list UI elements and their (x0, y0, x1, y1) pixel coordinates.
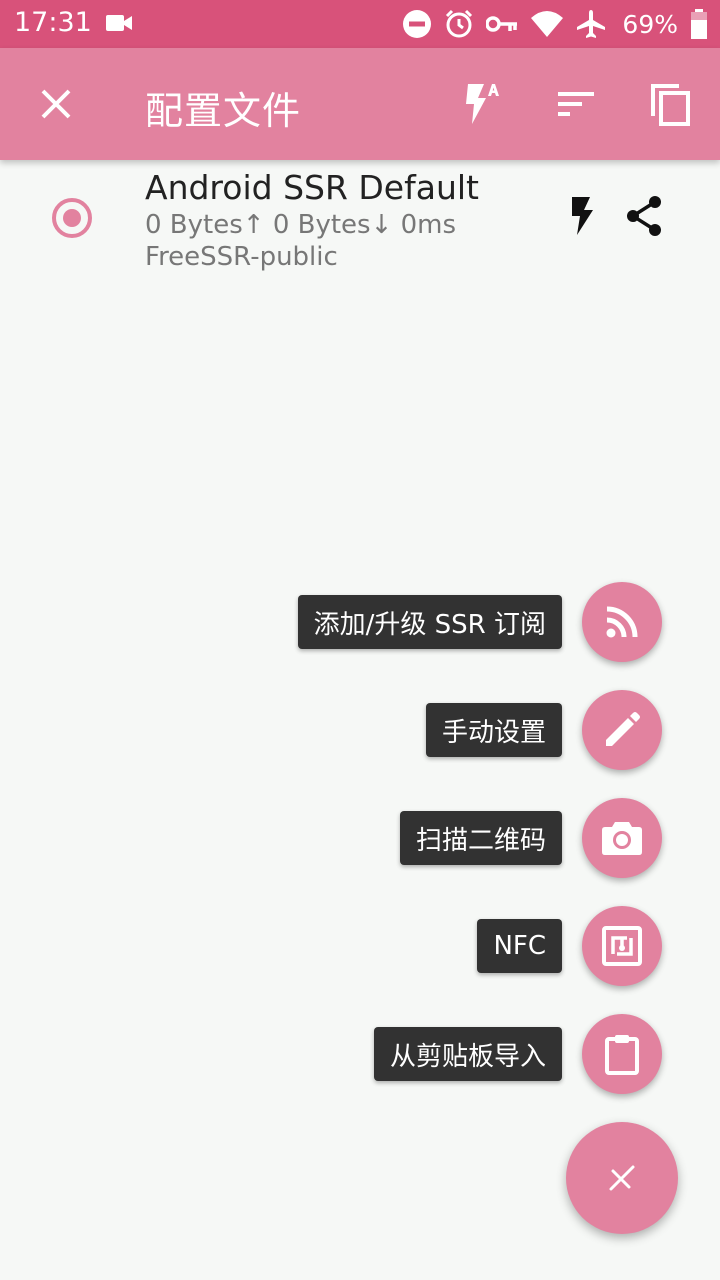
fab-item-scan-qr[interactable]: 扫描二维码 (399, 798, 662, 878)
subscription-fab[interactable] (582, 582, 662, 662)
scan-qr-fab[interactable] (582, 798, 662, 878)
clipboard-icon (605, 1035, 639, 1075)
flash-auto-icon (466, 84, 499, 124)
status-icons: 69% (402, 6, 708, 42)
share-icon (627, 196, 661, 236)
copy-icon (651, 84, 690, 126)
profile-radio[interactable] (52, 198, 92, 238)
app-bar: 配置文件 (0, 48, 720, 160)
fab-item-nfc[interactable]: NFC (477, 906, 662, 986)
flash-icon (572, 197, 593, 235)
fab-label[interactable]: 扫描二维码 (399, 811, 562, 865)
airplane-icon (576, 9, 606, 39)
fab-label[interactable]: 添加/升级 SSR 订阅 (297, 595, 562, 649)
close-button[interactable] (28, 76, 84, 132)
fab-label[interactable]: 从剪贴板导入 (373, 1027, 562, 1081)
status-time: 17:31 (14, 7, 92, 38)
profile-group: FreeSSR-public (145, 242, 338, 272)
fab-item-clipboard[interactable]: 从剪贴板导入 (373, 1014, 662, 1094)
nfc-fab[interactable] (582, 906, 662, 986)
dnd-icon (402, 9, 432, 39)
close-icon (41, 89, 71, 119)
sort-button[interactable] (548, 76, 604, 132)
camera-icon (602, 822, 642, 855)
close-icon (609, 1165, 635, 1191)
alarm-icon (444, 9, 474, 39)
fab-item-subscription[interactable]: 添加/升级 SSR 订阅 (297, 582, 662, 662)
profile-list-item[interactable]: Android SSR Default 0 Bytes↑ 0 Bytes↓ 0m… (0, 160, 720, 280)
copy-button[interactable] (642, 76, 698, 132)
fab-label[interactable]: 手动设置 (425, 703, 562, 757)
main-fab-close[interactable] (566, 1122, 678, 1234)
wifi-icon (530, 10, 564, 38)
share-button[interactable] (620, 192, 668, 240)
video-icon (106, 13, 132, 37)
profile-stats: 0 Bytes↑ 0 Bytes↓ 0ms (145, 210, 457, 240)
status-bar: 17:31 69% (0, 0, 720, 48)
test-all-button[interactable] (452, 76, 508, 132)
fab-label[interactable]: NFC (477, 919, 562, 973)
vpn-key-icon (486, 14, 518, 34)
screen: 17:31 69% 配置文件 Android SSR Default 0 Byt… (0, 0, 720, 1280)
radio-selected-dot (63, 209, 81, 227)
battery-icon (690, 9, 708, 39)
test-profile-button[interactable] (560, 192, 604, 240)
nfc-icon (602, 926, 642, 966)
sort-icon (558, 92, 594, 116)
page-title: 配置文件 (145, 89, 302, 133)
fab-item-manual[interactable]: 手动设置 (425, 690, 662, 770)
profile-name: Android SSR Default (145, 168, 479, 207)
rss-icon (606, 606, 638, 638)
pencil-icon (606, 712, 640, 746)
manual-fab[interactable] (582, 690, 662, 770)
clipboard-fab[interactable] (582, 1014, 662, 1094)
battery-percent: 69% (622, 9, 678, 39)
